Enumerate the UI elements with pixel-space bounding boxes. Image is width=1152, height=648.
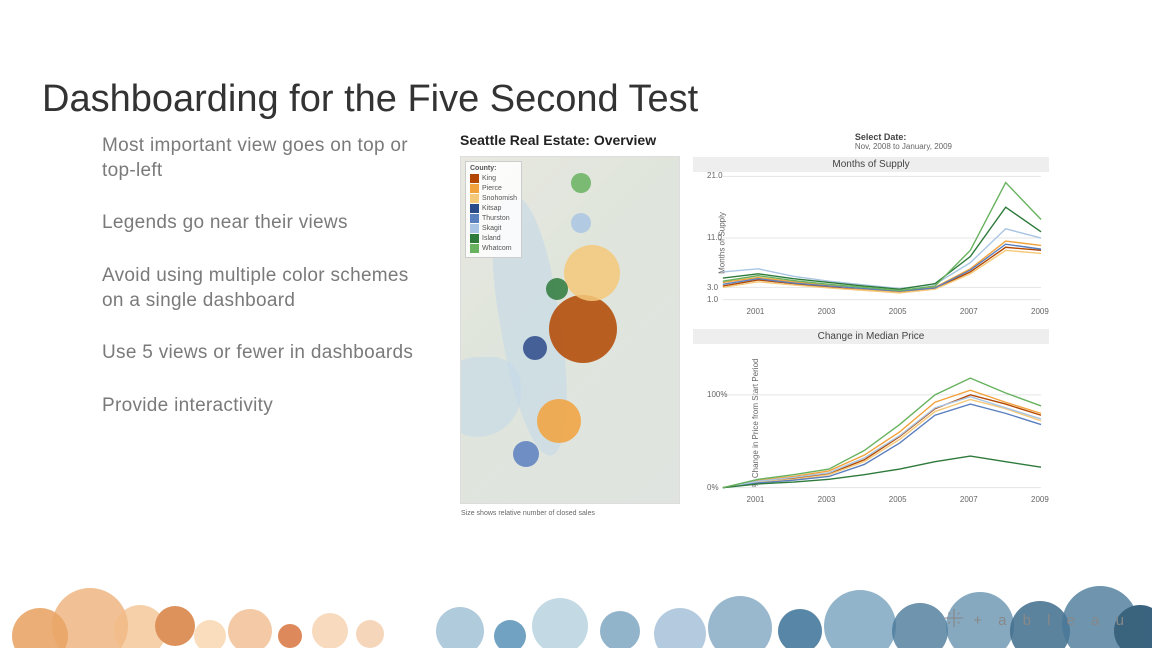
legend-item: King: [470, 174, 517, 183]
bullet-item: Most important view goes on top or top-l…: [102, 134, 422, 183]
x-tick: 2003: [818, 495, 836, 504]
select-date-label: Select Date:: [855, 132, 952, 142]
x-tick: 2009: [1031, 307, 1049, 316]
bullet-list: Most important view goes on top or top-l…: [102, 134, 422, 447]
legend-swatch: [470, 244, 479, 253]
price-chart: Change in Median Price % Change in Price…: [692, 328, 1050, 504]
map-bubble: [571, 213, 591, 233]
legend-item: Island: [470, 234, 517, 243]
dashboard-preview: Seattle Real Estate: Overview Select Dat…: [460, 132, 1052, 524]
bullet-item: Provide interactivity: [102, 394, 422, 419]
x-tick: 2007: [960, 495, 978, 504]
chart-title: Change in Median Price: [693, 329, 1049, 344]
tableau-text: + a b l e a u: [973, 612, 1130, 629]
bullet-item: Legends go near their views: [102, 211, 422, 236]
select-date-value: Nov, 2008 to January, 2009: [855, 142, 952, 151]
bullet-item: Avoid using multiple color schemes on a …: [102, 264, 422, 313]
legend-swatch: [470, 234, 479, 243]
map-bubble: [564, 245, 620, 301]
y-tick: 0%: [707, 483, 719, 492]
legend-swatch: [470, 194, 479, 203]
legend-item: Thurston: [470, 214, 517, 223]
x-tick: 2005: [889, 307, 907, 316]
legend-swatch: [470, 224, 479, 233]
tableau-logo: + a b l e a u: [943, 607, 1130, 634]
y-tick: 11.0: [707, 233, 722, 242]
slide-title: Dashboarding for the Five Second Test: [42, 78, 698, 121]
legend-swatch: [470, 174, 479, 183]
county-legend: County: King Pierce Snohomish Kitsap Thu…: [465, 161, 522, 258]
y-tick: 3.0: [707, 283, 718, 292]
map-bubble: [571, 173, 591, 193]
bullet-item: Use 5 views or fewer in dashboards: [102, 341, 422, 366]
map-bubble: [513, 441, 539, 467]
legend-item: Skagit: [470, 224, 517, 233]
select-date: Select Date: Nov, 2008 to January, 2009: [855, 132, 952, 151]
map-caption: Size shows relative number of closed sal…: [461, 510, 595, 517]
supply-chart: Months of Supply Months of Supply 1.03.0…: [692, 156, 1050, 316]
map-background: County: King Pierce Snohomish Kitsap Thu…: [461, 157, 679, 503]
map-bubble: [546, 278, 568, 300]
legend-swatch: [470, 184, 479, 193]
y-tick: 1.0: [707, 295, 718, 304]
y-tick: 100%: [707, 390, 727, 399]
legend-swatch: [470, 204, 479, 213]
x-tick: 2001: [747, 307, 765, 316]
legend-item: Kitsap: [470, 204, 517, 213]
x-tick: 2007: [960, 307, 978, 316]
map-bubble: [549, 295, 617, 363]
x-tick: 2001: [747, 495, 765, 504]
x-tick: 2005: [889, 495, 907, 504]
x-tick: 2003: [818, 307, 836, 316]
tableau-icon: [943, 607, 965, 634]
legend-item: Snohomish: [470, 194, 517, 203]
map-bubble: [537, 399, 581, 443]
chart-title: Months of Supply: [693, 157, 1049, 172]
legend-item: Whatcom: [470, 244, 517, 253]
legend-header: County:: [470, 165, 517, 172]
map-chart: Number of Home Sales County: King Pierce…: [460, 156, 680, 504]
y-tick: 21.0: [707, 171, 723, 180]
x-tick: 2009: [1031, 495, 1049, 504]
legend-item: Pierce: [470, 184, 517, 193]
legend-swatch: [470, 214, 479, 223]
dashboard-title: Seattle Real Estate: Overview: [460, 132, 1052, 148]
